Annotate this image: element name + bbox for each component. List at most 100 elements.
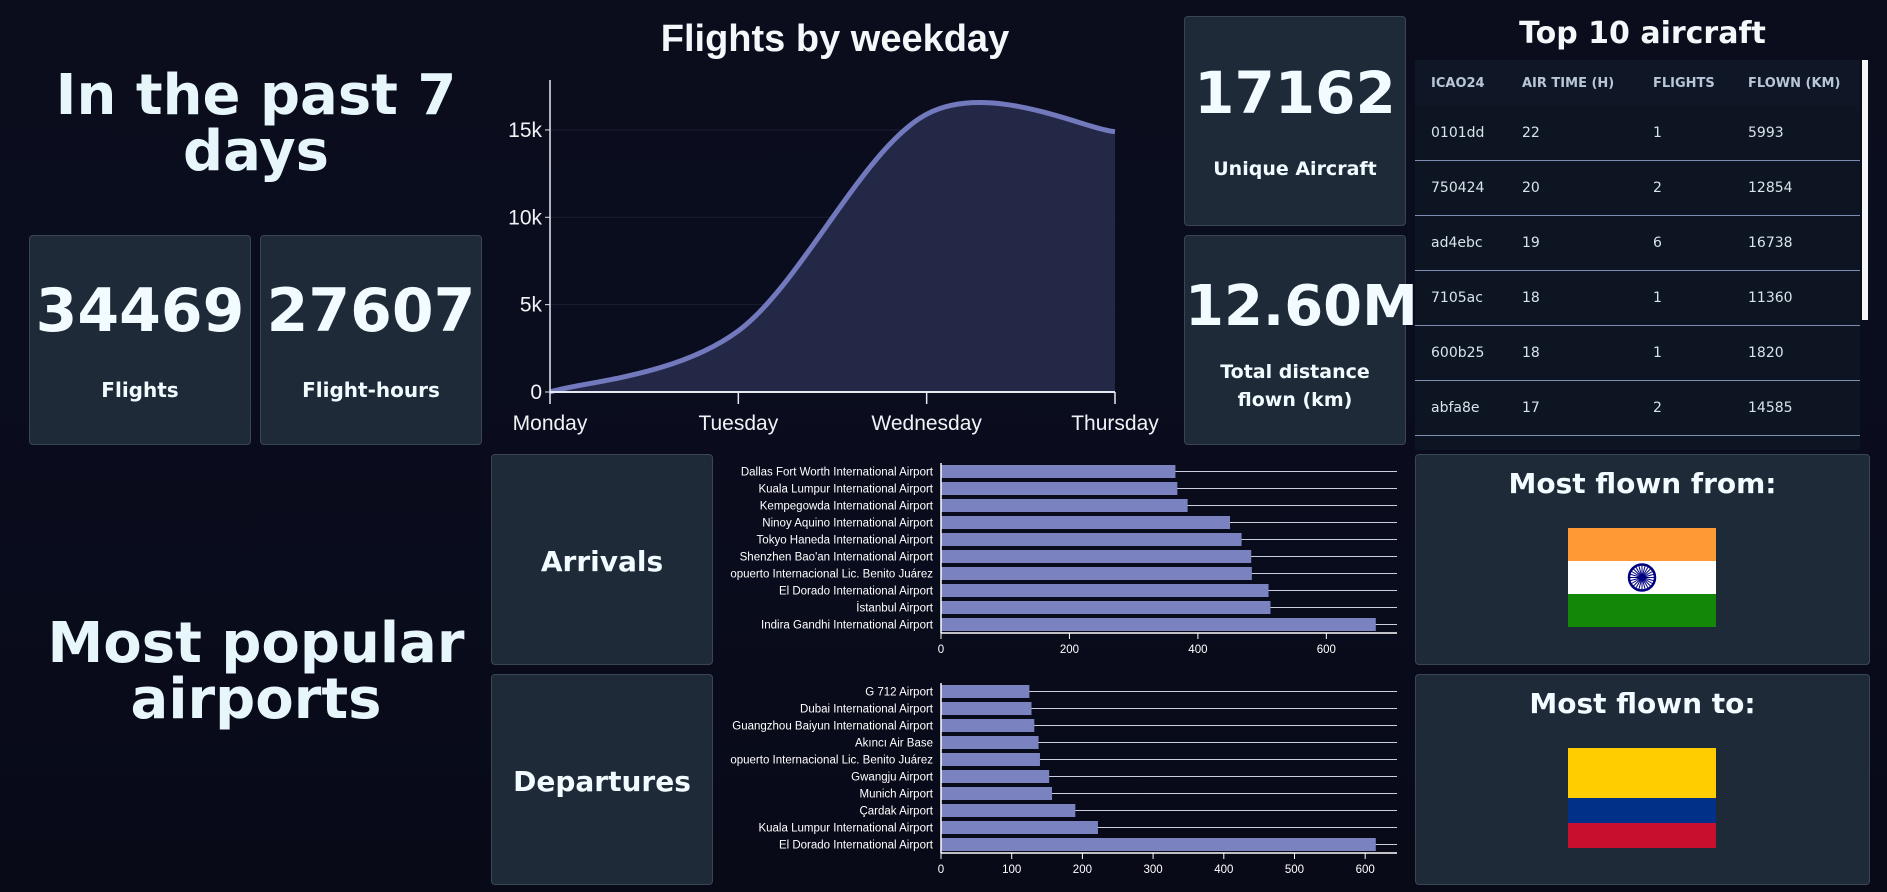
category-label: Tokyo Haneda International Airport xyxy=(757,535,934,547)
bar xyxy=(941,601,1271,614)
table-row[interactable]: 7105ac 18 1 11360 xyxy=(1415,270,1860,326)
india-flag xyxy=(1568,528,1716,627)
x-tick-label: 600 xyxy=(1317,644,1336,656)
distance-label: Total distance flown (km) xyxy=(1220,361,1370,411)
table-cell: 8064a3 xyxy=(1415,435,1506,450)
table-row[interactable]: 750424 20 2 12854 xyxy=(1415,160,1860,216)
popular-airports-title: Most popular airports xyxy=(47,611,465,732)
table-cell: 16738 xyxy=(1732,215,1860,271)
most-flown-to-card: Most flown to: xyxy=(1415,674,1870,885)
table-cell: 18 xyxy=(1506,325,1637,381)
table-cell: 2 xyxy=(1637,380,1732,436)
category-label: İstanbul Airport xyxy=(856,602,934,615)
bar xyxy=(941,719,1035,732)
x-tick-label: 0 xyxy=(938,864,944,876)
flag-band-green xyxy=(1568,594,1716,627)
column-header[interactable]: FLIGHTS xyxy=(1637,60,1732,106)
x-tick-label: 100 xyxy=(1002,864,1021,876)
departures-card: Departures xyxy=(491,674,713,885)
arrivals-card: Arrivals xyxy=(491,454,713,665)
x-tick-label: 200 xyxy=(1060,644,1079,656)
table-cell: 1 xyxy=(1637,325,1732,381)
y-tick-label: 10k xyxy=(508,206,542,229)
table-row[interactable]: abfa8e 17 2 14585 xyxy=(1415,380,1860,436)
top-aircraft-title: Top 10 aircraft xyxy=(1519,16,1766,51)
table-scrollbar[interactable] xyxy=(1862,60,1868,320)
category-label: Munich Airport xyxy=(859,789,933,801)
table-cell: 2 xyxy=(1637,160,1732,216)
table-cell: 12854 xyxy=(1732,160,1860,216)
column-header[interactable]: AIR TIME (H) xyxy=(1506,60,1637,106)
bar xyxy=(941,550,1252,563)
departures-bar-chart: G 712 Airport Dubai International Airport… xyxy=(730,683,1397,876)
y-tick-label: 5k xyxy=(520,294,543,317)
bar xyxy=(941,567,1252,580)
category-label: El Dorado International Airport xyxy=(779,840,934,852)
x-tick-label: Tuesday xyxy=(698,412,778,435)
weekday-area-chart: 0 5k 10k 15k Monday Tuesday Wednesday Thursday xyxy=(508,80,1159,435)
category-label: Shenzhen Bao'an International Airport xyxy=(740,552,934,564)
colombia-flag xyxy=(1568,748,1716,848)
top-aircraft-table: ICAO24 AIR TIME (H) FLIGHTS FLOWN (KM) 0… xyxy=(1415,60,1860,450)
bar xyxy=(941,804,1076,817)
bar xyxy=(941,516,1231,529)
table-cell: 600b25 xyxy=(1415,325,1506,381)
table-cell: 5993 xyxy=(1732,106,1860,161)
summary-title: In the past 7 days xyxy=(55,63,457,184)
bar xyxy=(941,770,1050,783)
flag-band-yellow xyxy=(1568,748,1716,798)
table-cell: 1 xyxy=(1637,270,1732,326)
table-row[interactable]: 0101dd 22 1 5993 xyxy=(1415,106,1860,161)
bar xyxy=(941,499,1188,512)
x-tick-label: 500 xyxy=(1285,864,1304,876)
weekday-chart-title: Flights by weekday xyxy=(660,18,1010,60)
category-label: Dallas Fort Worth International Airport xyxy=(741,467,934,479)
distance-card: 12.60M Total distance flown (km) xyxy=(1184,235,1418,445)
table-cell: 6 xyxy=(1637,215,1732,271)
bar xyxy=(941,482,1178,495)
x-tick-label: Thursday xyxy=(1071,412,1159,435)
table-cell: 14585 xyxy=(1732,380,1860,436)
bar xyxy=(941,465,1176,478)
x-tick-label: 600 xyxy=(1356,864,1375,876)
bar xyxy=(941,838,1376,851)
bar xyxy=(941,533,1242,546)
category-label: Kuala Lumpur International Airport xyxy=(758,484,933,496)
flag-band-blue xyxy=(1568,798,1716,823)
table-row[interactable]: 600b25 18 1 1820 xyxy=(1415,325,1860,381)
column-header[interactable]: ICAO24 xyxy=(1415,60,1506,106)
table-cell: 1 xyxy=(1637,106,1732,161)
category-label: Gwangju Airport xyxy=(851,772,934,784)
bar xyxy=(941,787,1052,800)
flights-label: Flights xyxy=(101,378,179,402)
x-tick-label: 400 xyxy=(1214,864,1233,876)
flights-card: 34469 Flights xyxy=(29,235,251,445)
table-cell: 19 xyxy=(1506,215,1637,271)
category-label: Guangzhou Baiyun International Airport xyxy=(732,721,934,733)
table-row[interactable]: ad4ebc 19 6 16738 xyxy=(1415,215,1860,271)
column-header[interactable]: FLOWN (KM) xyxy=(1732,60,1860,106)
table-cell: 20 xyxy=(1506,160,1637,216)
x-tick-label: Wednesday xyxy=(871,412,982,435)
x-tick-label: 0 xyxy=(938,644,944,656)
bar xyxy=(941,736,1039,749)
category-label: Çardak Airport xyxy=(859,806,933,818)
flag-band-saffron xyxy=(1568,528,1716,561)
hours-value: 27607 xyxy=(266,276,476,346)
x-tick-label: Monday xyxy=(513,412,588,435)
bar xyxy=(941,685,1030,698)
table-cell: 16 xyxy=(1506,435,1637,450)
aircraft-card: 17162 Unique Aircraft xyxy=(1184,16,1406,226)
category-label: opuerto Internacional Lic. Benito Juárez xyxy=(730,755,933,767)
bar xyxy=(941,702,1032,715)
y-tick-label: 15k xyxy=(508,119,542,142)
area-fill xyxy=(550,102,1115,393)
departures-label: Departures xyxy=(513,765,691,798)
top-aircraft-table-wrap[interactable]: ICAO24 AIR TIME (H) FLIGHTS FLOWN (KM) 0… xyxy=(1415,60,1860,450)
x-tick-label: 200 xyxy=(1073,864,1092,876)
table-header-row: ICAO24 AIR TIME (H) FLIGHTS FLOWN (KM) xyxy=(1415,60,1860,106)
table-row[interactable]: 8064a316114189 xyxy=(1415,435,1860,450)
category-label: Kempegowda International Airport xyxy=(760,501,934,513)
category-label: El Dorado International Airport xyxy=(779,586,934,598)
bar xyxy=(941,753,1040,766)
